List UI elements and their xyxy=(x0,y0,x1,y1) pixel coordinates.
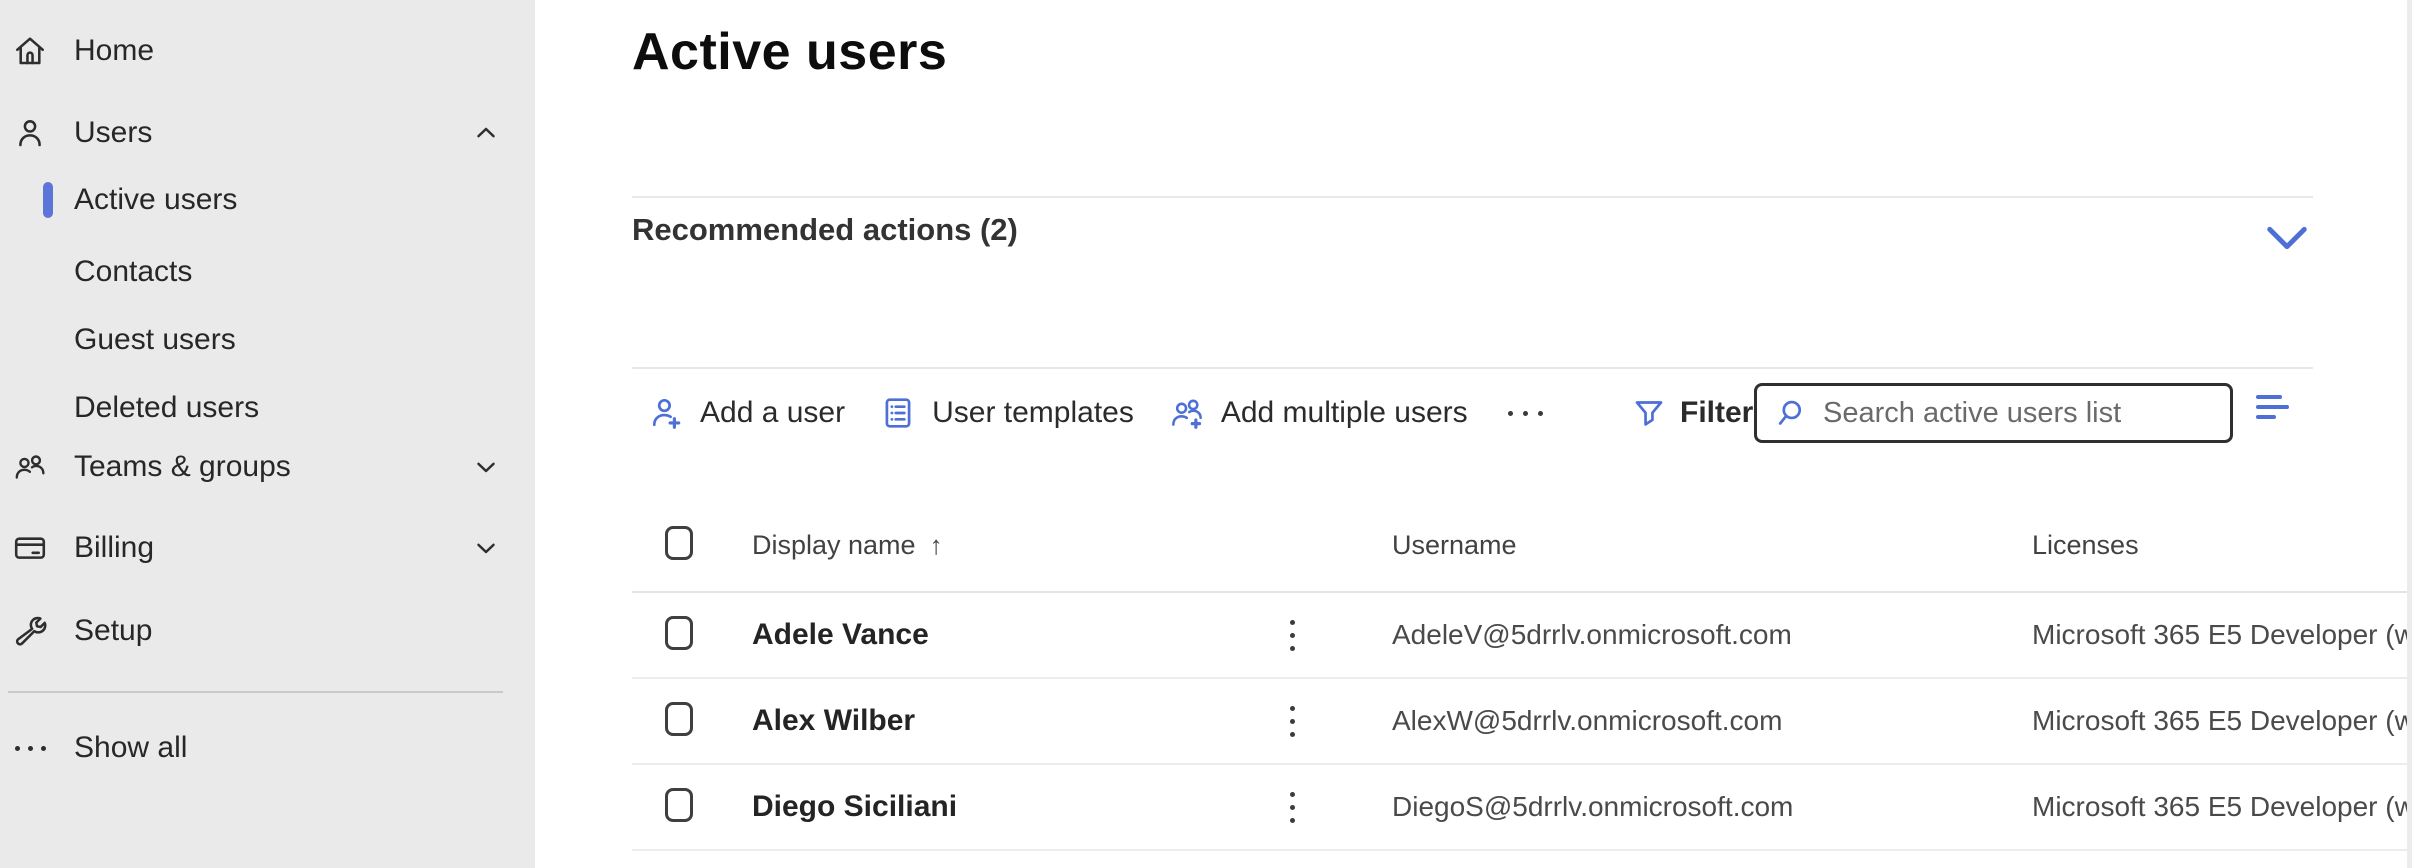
filter-lines-icon[interactable] xyxy=(2256,395,2292,429)
username-cell: DiegoS@5drrlv.onmicrosoft.com xyxy=(1392,791,2032,823)
column-header-username[interactable]: Username xyxy=(1392,530,2032,561)
licenses-cell: Microsoft 365 E5 Developer (withou xyxy=(2032,705,2412,737)
display-name-cell[interactable]: Diego Siciliani xyxy=(752,790,1272,824)
username-cell: AdeleV@5drrlv.onmicrosoft.com xyxy=(1392,619,2032,651)
table-row[interactable]: Diego Siciliani DiegoS@5drrlv.onmicrosof… xyxy=(632,765,2412,851)
row-checkbox[interactable] xyxy=(665,788,693,822)
row-more-actions-icon[interactable] xyxy=(1272,792,1312,823)
search-icon xyxy=(1773,395,1809,431)
left-navigation: Home Users Active users Contacts Guest u… xyxy=(0,0,535,868)
more-actions-button[interactable] xyxy=(1502,411,1549,416)
table-header-row: Display name↑ Username Licenses xyxy=(632,500,2412,593)
add-people-icon xyxy=(1168,394,1206,432)
sidebar-item-teams-groups[interactable]: Teams & groups xyxy=(0,432,535,502)
username-cell: AlexW@5drrlv.onmicrosoft.com xyxy=(1392,705,2032,737)
sidebar-item-label: Show all xyxy=(74,731,187,765)
more-horizontal-icon xyxy=(10,728,50,768)
active-users-table: Display name↑ Username Licenses Adele Va… xyxy=(632,500,2412,851)
home-icon xyxy=(10,31,50,71)
people-icon xyxy=(10,447,50,487)
selected-indicator xyxy=(43,182,53,218)
display-name-cell[interactable]: Adele Vance xyxy=(752,618,1272,652)
user-templates-button[interactable]: User templates xyxy=(879,394,1134,432)
sidebar-item-setup[interactable]: Setup xyxy=(0,596,535,666)
toolbar-button-label: Add a user xyxy=(700,396,845,430)
search-box xyxy=(1754,383,2233,443)
sidebar-item-label: Active users xyxy=(74,183,237,217)
sidebar-item-label: Setup xyxy=(74,614,152,648)
table-row[interactable]: Alex Wilber AlexW@5drrlv.onmicrosoft.com… xyxy=(632,679,2412,765)
filter-funnel-icon xyxy=(1631,395,1667,431)
sidebar-item-active-users[interactable]: Active users xyxy=(0,166,535,234)
recommended-actions-heading[interactable]: Recommended actions (2) xyxy=(632,212,1018,248)
sidebar-item-contacts[interactable]: Contacts xyxy=(0,238,535,306)
licenses-cell: Microsoft 365 E5 Developer (withou xyxy=(2032,791,2412,823)
select-all-checkbox[interactable] xyxy=(665,526,693,560)
row-checkbox[interactable] xyxy=(665,702,693,736)
sidebar-item-label: Deleted users xyxy=(74,391,259,425)
wrench-icon xyxy=(10,611,50,651)
vertical-scrollbar[interactable] xyxy=(2407,0,2412,868)
active-users-page: Home Users Active users Contacts Guest u… xyxy=(0,0,2412,868)
toolbar-button-label: Add multiple users xyxy=(1221,396,1468,430)
chevron-down-icon[interactable] xyxy=(469,531,503,565)
filter-button[interactable]: Filter xyxy=(1631,383,1753,443)
sidebar-item-guest-users[interactable]: Guest users xyxy=(0,306,535,374)
sidebar-item-label: Guest users xyxy=(74,323,236,357)
sidebar-item-label: Home xyxy=(74,34,154,68)
column-header-licenses[interactable]: Licenses xyxy=(2032,530,2412,561)
sidebar-item-label: Teams & groups xyxy=(74,450,291,484)
credit-card-icon xyxy=(10,528,50,568)
sidebar-divider xyxy=(8,691,503,693)
page-title: Active users xyxy=(632,22,947,82)
toolbar-divider xyxy=(632,367,2313,369)
display-name-cell[interactable]: Alex Wilber xyxy=(752,704,1272,738)
column-header-display-name[interactable]: Display name↑ xyxy=(752,530,1272,561)
filter-label: Filter xyxy=(1680,396,1753,430)
sidebar-item-show-all[interactable]: Show all xyxy=(0,713,535,783)
row-more-actions-icon[interactable] xyxy=(1272,706,1312,737)
row-more-actions-icon[interactable] xyxy=(1272,620,1312,651)
chevron-up-icon[interactable] xyxy=(469,116,503,150)
licenses-cell: Microsoft 365 E5 Developer (withou xyxy=(2032,619,2412,651)
template-list-icon xyxy=(879,394,917,432)
sidebar-item-billing[interactable]: Billing xyxy=(0,513,535,583)
sidebar-item-label: Users xyxy=(74,116,152,150)
add-person-icon xyxy=(647,394,685,432)
main-content: Active users Recommended actions (2) Add… xyxy=(535,0,2412,868)
row-checkbox[interactable] xyxy=(665,616,693,650)
table-row[interactable]: Adele Vance AdeleV@5drrlv.onmicrosoft.co… xyxy=(632,593,2412,679)
search-input[interactable] xyxy=(1823,389,2230,437)
chevron-down-icon[interactable] xyxy=(469,450,503,484)
sidebar-item-users[interactable]: Users xyxy=(0,98,535,168)
add-multiple-users-button[interactable]: Add multiple users xyxy=(1168,394,1468,432)
toolbar-button-label: User templates xyxy=(932,396,1134,430)
sidebar-item-label: Contacts xyxy=(74,255,192,289)
sidebar-item-home[interactable]: Home xyxy=(0,16,535,86)
section-divider xyxy=(632,196,2313,198)
person-icon xyxy=(10,113,50,153)
sort-ascending-icon: ↑ xyxy=(930,530,943,560)
add-a-user-button[interactable]: Add a user xyxy=(647,394,845,432)
chevron-down-icon[interactable] xyxy=(2263,218,2311,258)
toolbar: Add a user User templates xyxy=(647,383,1549,443)
sidebar-item-label: Billing xyxy=(74,531,154,565)
